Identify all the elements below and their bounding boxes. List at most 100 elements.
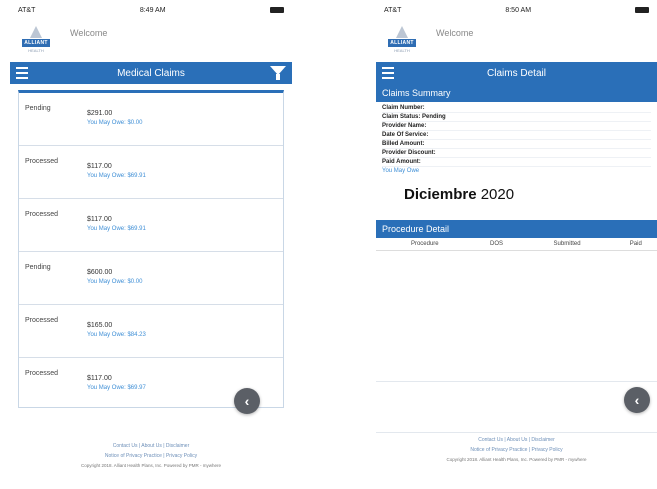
carrier-label: AT&T — [384, 6, 402, 14]
app-header: Medical Claims — [10, 62, 292, 84]
logo-wordmark: ALLIANT — [22, 39, 50, 47]
summary-field-label: Paid Amount: — [382, 159, 421, 165]
claim-owe-amount: You May Owe: $69.97 — [87, 385, 146, 391]
time-label: 8:49 AM — [139, 6, 166, 14]
welcome-text: Welcome — [70, 28, 108, 38]
copyright-text: Copyright 2018. Alliant Health Plans, In… — [446, 457, 587, 462]
privacy-notice-link[interactable]: Notice of Privacy Practice — [105, 453, 162, 459]
claim-amounts: $117.00 You May Owe: $69.91 — [87, 211, 146, 232]
claim-amount: $117.00 — [87, 163, 112, 170]
claim-status: Processed — [25, 158, 59, 165]
claim-amount: $117.00 — [87, 216, 112, 223]
alliant-logo: ALLIANT HEALTH — [18, 26, 54, 53]
summary-field: Provider Name: — [382, 122, 651, 131]
summary-field: Provider Discount: — [382, 149, 651, 158]
status-icons — [270, 7, 284, 13]
claim-row[interactable]: Processed $117.00 You May Owe: $69.91 — [19, 146, 283, 199]
privacy-policy-link[interactable]: Privacy Policy — [531, 447, 562, 453]
claim-amounts: $165.00 You May Owe: $84.23 — [87, 317, 146, 338]
claims-summary: Claim Number: Claim Status: Pending Provi… — [376, 102, 657, 220]
summary-field-label: Claim Number: — [382, 105, 425, 111]
claim-status: Processed — [25, 211, 59, 218]
logo-wordmark: ALLIANT — [388, 39, 416, 47]
claim-amounts: $291.00 You May Owe: $0.00 — [87, 105, 142, 126]
claim-status: Pending — [25, 105, 51, 112]
claim-row[interactable]: Pending $600.00 You May Owe: $0.00 — [19, 252, 283, 305]
summary-field: Claim Status: Pending — [382, 113, 651, 122]
welcome-text: Welcome — [436, 28, 474, 38]
claim-owe-amount: You May Owe: $69.91 — [87, 173, 146, 179]
page-title: Medical Claims — [117, 67, 185, 79]
claim-amount: $600.00 — [87, 269, 113, 276]
footer: Contact Us | About Us | Disclaimer Notic… — [376, 432, 657, 465]
app-header: Claims Detail — [376, 62, 657, 84]
overlay-month: Diciembre — [404, 186, 477, 203]
battery-icon — [270, 7, 284, 13]
claim-amount: $291.00 — [87, 110, 113, 117]
hamburger-menu-icon[interactable] — [376, 62, 394, 84]
summary-field: Paid Amount: — [382, 158, 651, 167]
claim-status: Pending — [25, 264, 51, 271]
claim-status: Processed — [25, 317, 59, 324]
disclaimer-link[interactable]: Disclaimer — [166, 443, 189, 449]
medical-claims-screen: AT&T 8:49 AM ALLIANT HEALTH Welcome Medi… — [10, 0, 292, 489]
hamburger-menu-icon[interactable] — [10, 62, 28, 84]
about-us-link[interactable]: About Us — [507, 437, 528, 443]
status-icons — [635, 7, 649, 13]
claim-row[interactable]: Pending $291.00 You May Owe: $0.00 — [19, 93, 283, 146]
claim-amounts: $600.00 You May Owe: $0.00 — [87, 264, 142, 285]
procedure-column-header[interactable]: Submitted — [519, 238, 615, 251]
claim-row[interactable]: Processed $165.00 You May Owe: $84.23 — [19, 305, 283, 358]
claim-owe-amount: You May Owe: $0.00 — [87, 279, 143, 285]
summary-field-label: Date Of Service: — [382, 132, 429, 138]
logo-mark-icon — [396, 26, 408, 38]
status-bar: AT&T 8:50 AM — [376, 0, 657, 20]
summary-field-label: Billed Amount: — [382, 141, 425, 147]
claim-amounts: $117.00 You May Owe: $69.97 — [87, 370, 146, 391]
summary-field: Date Of Service: — [382, 131, 651, 140]
back-button[interactable]: ‹ — [234, 388, 260, 414]
procedure-column-header[interactable]: DOS — [473, 238, 520, 251]
procedure-column-header[interactable]: Paid — [614, 238, 657, 251]
summary-field-label: Provider Discount: — [382, 150, 436, 156]
summary-field: Billed Amount: — [382, 140, 651, 149]
carrier-label: AT&T — [18, 6, 36, 14]
time-label: 8:50 AM — [505, 6, 532, 14]
claim-amount: $117.00 — [87, 375, 112, 382]
summary-field: Claim Number: — [382, 104, 651, 113]
claim-owe-amount: You May Owe: $0.00 — [87, 120, 143, 126]
back-button[interactable]: ‹ — [624, 387, 650, 413]
summary-field-value: Pending — [422, 114, 446, 120]
you-may-owe-link[interactable]: You May Owe — [382, 167, 651, 176]
claim-owe-amount: You May Owe: $84.23 — [87, 332, 146, 338]
copyright-text: Copyright 2018. Alliant Health Plans, In… — [80, 463, 222, 468]
contact-us-link[interactable]: Contact Us — [478, 437, 503, 443]
claims-detail-screen: AT&T 8:50 AM ALLIANT HEALTH Welcome Clai… — [376, 0, 657, 489]
summary-field-label: Provider Name: — [382, 123, 427, 129]
chevron-left-icon: ‹ — [634, 392, 640, 408]
footer: Contact Us | About Us | Disclaimer Notic… — [10, 441, 292, 471]
chevron-left-icon: ‹ — [244, 393, 250, 409]
claims-list[interactable]: Pending $291.00 You May Owe: $0.00 Processe… — [18, 90, 284, 408]
claim-row[interactable]: Processed $117.00 You May Owe: $69.91 — [19, 199, 283, 252]
claim-amounts: $117.00 You May Owe: $69.91 — [87, 158, 146, 179]
summary-field-label: Claim Status: — [382, 114, 421, 120]
logo-subtitle: HEALTH — [394, 48, 410, 53]
alliant-logo: ALLIANT HEALTH — [384, 26, 420, 53]
procedure-table-area: Procedure DOS Submitted Paid — [376, 238, 657, 382]
privacy-notice-link[interactable]: Notice of Privacy Practice — [470, 447, 527, 453]
contact-us-link[interactable]: Contact Us — [113, 443, 138, 449]
date-overlay: Diciembre 2020 — [402, 186, 517, 203]
claim-status: Processed — [25, 370, 59, 377]
about-us-link[interactable]: About Us — [141, 443, 162, 449]
logo-mark-icon — [30, 26, 42, 38]
procedure-column-header[interactable]: Procedure — [376, 238, 474, 251]
page-title: Claims Detail — [487, 67, 546, 79]
filter-icon[interactable] — [270, 66, 286, 80]
overlay-year: 2020 — [480, 186, 515, 203]
disclaimer-link[interactable]: Disclaimer — [531, 437, 554, 443]
battery-icon — [635, 7, 649, 13]
claim-owe-amount: You May Owe: $69.91 — [87, 226, 146, 232]
privacy-policy-link[interactable]: Privacy Policy — [166, 453, 197, 459]
procedure-detail-header: Procedure Detail — [376, 220, 657, 238]
